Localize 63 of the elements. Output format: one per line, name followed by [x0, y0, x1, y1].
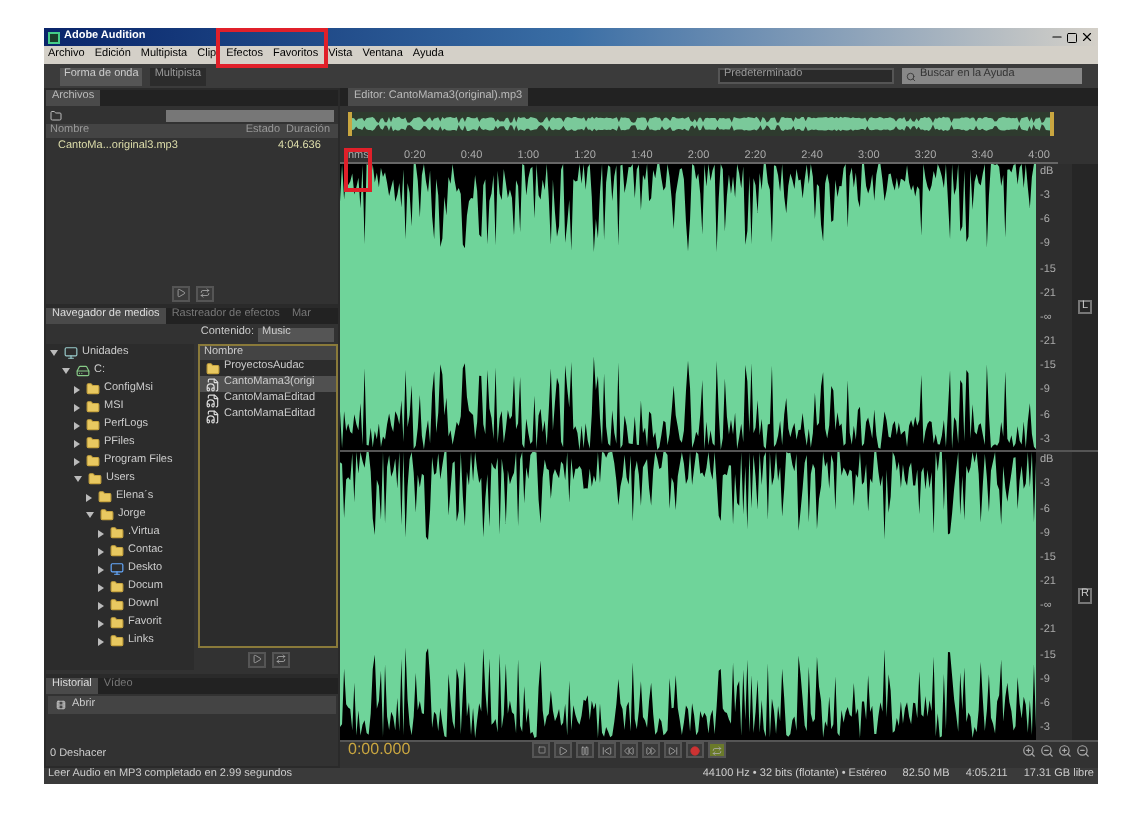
expand-arrow-icon[interactable]: [98, 601, 104, 609]
rewind-button[interactable]: [620, 742, 638, 758]
collapse-arrow-icon[interactable]: [74, 476, 82, 482]
desktop-icon: [110, 562, 124, 576]
maximize-icon[interactable]: [1066, 31, 1078, 43]
folder-icon[interactable]: [50, 109, 62, 121]
loop-button[interactable]: [271, 651, 289, 667]
folder-icon: [110, 526, 124, 540]
expand-arrow-icon[interactable]: [98, 619, 104, 627]
folder-icon: [110, 598, 124, 612]
loop-button[interactable]: [708, 742, 726, 758]
folder-icon: [88, 472, 102, 486]
expand-arrow-icon[interactable]: [86, 493, 92, 501]
app-logo-icon: [48, 31, 60, 43]
folder-icon: [86, 400, 100, 414]
play-button[interactable]: [247, 651, 265, 667]
folder-icon: [98, 490, 112, 504]
zoom-out-icon[interactable]: [1076, 743, 1090, 757]
zoom-in-icon[interactable]: [1058, 743, 1072, 757]
overview-waveform[interactable]: [348, 111, 1054, 135]
folder-icon: [110, 634, 124, 648]
folder-icon: [86, 418, 100, 432]
folder-icon: [110, 544, 124, 558]
collapse-arrow-icon[interactable]: [50, 350, 58, 356]
go-to-end-button[interactable]: [664, 742, 682, 758]
expand-arrow-icon[interactable]: [98, 565, 104, 573]
folder-icon: [86, 436, 100, 450]
folder-icon: [86, 454, 100, 468]
play-button[interactable]: [171, 285, 189, 301]
expand-arrow-icon[interactable]: [74, 439, 80, 447]
expand-arrow-icon[interactable]: [74, 385, 80, 393]
zoom-in-icon[interactable]: [1022, 743, 1036, 757]
collapse-arrow-icon[interactable]: [86, 512, 94, 518]
drive-icon: [76, 364, 90, 378]
expand-arrow-icon[interactable]: [98, 529, 104, 537]
folder-icon: [206, 361, 220, 375]
expand-arrow-icon[interactable]: [98, 547, 104, 555]
expand-arrow-icon[interactable]: [74, 421, 80, 429]
pause-button[interactable]: [576, 742, 594, 758]
collapse-arrow-icon[interactable]: [62, 368, 70, 374]
waveform[interactable]: [340, 452, 1036, 740]
highlight-box: [216, 28, 328, 68]
expand-arrow-icon[interactable]: [74, 403, 80, 411]
loop-button[interactable]: [195, 285, 213, 301]
minimize-icon[interactable]: [1050, 30, 1064, 44]
waveform[interactable]: [340, 164, 1036, 451]
expand-arrow-icon[interactable]: [98, 637, 104, 645]
zoom-out-icon[interactable]: [1040, 743, 1054, 757]
folder-icon: [110, 580, 124, 594]
close-icon[interactable]: [1080, 30, 1094, 44]
search-icon: [906, 71, 916, 81]
computer-icon: [64, 346, 78, 360]
folder-icon: [86, 382, 100, 396]
folder-icon: [100, 508, 114, 522]
highlight-box: [344, 148, 372, 192]
expand-arrow-icon[interactable]: [98, 583, 104, 591]
fast-forward-button[interactable]: [642, 742, 660, 758]
folder-icon: [110, 616, 124, 630]
play-button[interactable]: [554, 742, 572, 758]
go-to-start-button[interactable]: [598, 742, 616, 758]
expand-arrow-icon[interactable]: [74, 457, 80, 465]
time-display: 0:00.000: [348, 742, 413, 758]
filter-field[interactable]: [166, 109, 334, 121]
